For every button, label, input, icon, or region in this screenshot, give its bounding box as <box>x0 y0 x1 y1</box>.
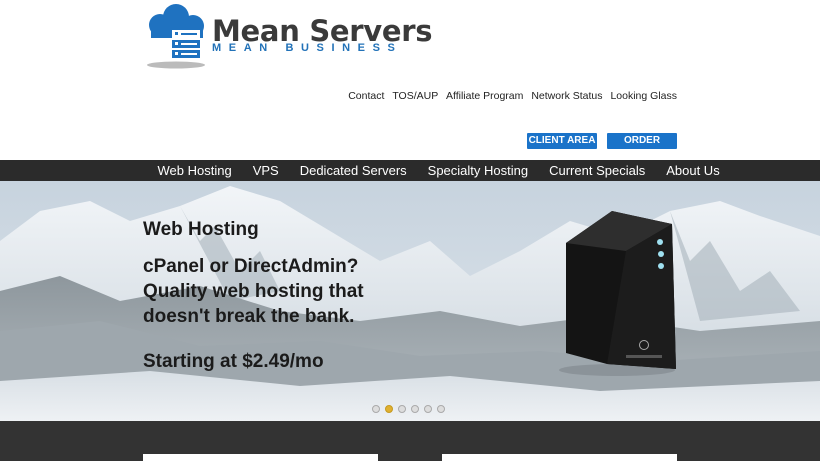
slider-dot-active[interactable] <box>385 405 393 413</box>
affiliate-program-link[interactable]: Affiliate Program <box>446 90 523 102</box>
hero-title: Web Hosting <box>143 219 259 240</box>
slider-dot[interactable] <box>424 405 432 413</box>
order-button[interactable]: ORDER <box>607 133 677 149</box>
network-status-link[interactable]: Network Status <box>531 90 602 102</box>
server-tower-image <box>559 211 676 376</box>
top-links: Contact TOS/AUP Affiliate Program Networ… <box>343 90 677 102</box>
nav-specialty-hosting[interactable]: Specialty Hosting <box>417 160 538 181</box>
hero-slider: Web Hosting cPanel or DirectAdmin? Quali… <box>0 181 820 421</box>
hero-line: Quality web hosting that <box>143 281 364 302</box>
nav-current-specials[interactable]: Current Specials <box>539 160 656 181</box>
slider-dot[interactable] <box>398 405 406 413</box>
mountain-background-image <box>0 181 820 421</box>
tos-aup-link[interactable]: TOS/AUP <box>392 90 438 102</box>
logo[interactable]: Mean Servers MEAN BUSINESS <box>146 4 433 72</box>
slider-dot[interactable] <box>372 405 380 413</box>
slider-dots <box>372 405 445 413</box>
hero-description: cPanel or DirectAdmin? Quality web hosti… <box>143 254 364 329</box>
nav-about-us[interactable]: About Us <box>656 160 730 181</box>
hero-price: Starting at $2.49/mo <box>143 351 324 372</box>
nav-vps[interactable]: VPS <box>242 160 289 181</box>
feature-card <box>442 454 677 464</box>
nav-dedicated-servers[interactable]: Dedicated Servers <box>289 160 417 181</box>
nav-web-hosting[interactable]: Web Hosting <box>147 160 242 181</box>
feature-card <box>143 454 378 464</box>
client-area-button[interactable]: CLIENT AREA <box>527 133 597 149</box>
looking-glass-link[interactable]: Looking Glass <box>610 90 677 102</box>
server-cloud-logo-icon <box>147 4 205 69</box>
contact-link[interactable]: Contact <box>348 90 384 102</box>
slider-dot[interactable] <box>437 405 445 413</box>
features-section <box>0 421 820 461</box>
main-nav: Web Hosting VPS Dedicated Servers Specia… <box>0 160 820 181</box>
hero-line: cPanel or DirectAdmin? <box>143 256 359 277</box>
slider-dot[interactable] <box>411 405 419 413</box>
logo-subtitle: MEAN BUSINESS <box>212 42 403 54</box>
hero-line: doesn't break the bank. <box>143 306 355 327</box>
